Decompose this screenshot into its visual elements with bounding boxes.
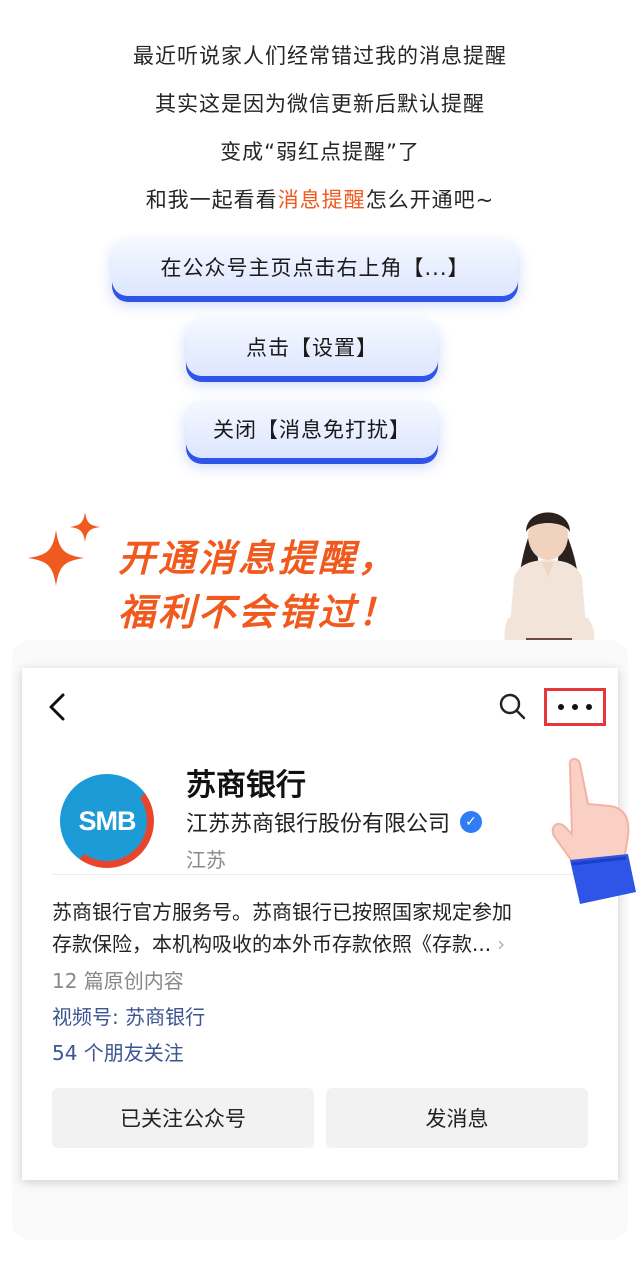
description-line-1: 苏商银行官方服务号。苏商银行已按照国家规定参加: [52, 900, 512, 924]
intro-line-1: 最近听说家人们经常错过我的消息提醒: [133, 44, 507, 68]
pointing-hand-icon: [551, 758, 636, 904]
step-pill-1: 在公众号主页点击右上角【...】: [112, 238, 518, 296]
send-message-button[interactable]: 发消息: [326, 1088, 588, 1148]
intro-line-4: 和我一起看看消息提醒怎么开通吧~: [0, 184, 640, 214]
intro-line-3: 变成“弱红点提醒”了: [220, 140, 420, 164]
account-description[interactable]: 苏商银行官方服务号。苏商银行已按照国家规定参加 存款保险，本机构吸收的本外币存款…: [52, 896, 592, 960]
slogan-line-2: 福利不会错过！: [118, 591, 398, 634]
verified-icon: ✓: [460, 811, 483, 833]
official-account-profile-card: SMB 苏商银行 江苏苏商银行股份有限公司 ✓ 江苏 苏商银行官方服务号。苏商银…: [22, 668, 618, 1180]
step-pill-3: 关闭【消息免打扰】: [186, 400, 438, 458]
followed-button[interactable]: 已关注公众号: [52, 1088, 314, 1148]
search-icon[interactable]: [498, 692, 526, 720]
logo-text: SMB: [67, 781, 147, 861]
divider: [52, 874, 588, 875]
chevron-right-icon: ›: [497, 932, 506, 956]
account-name: 苏商银行: [186, 768, 306, 803]
video-channel-link[interactable]: 视频号: 苏商银行: [52, 1001, 205, 1030]
intro-highlight: 消息提醒: [277, 188, 366, 212]
sparkle-small-icon: [70, 512, 100, 542]
step-pill-2: 点击【设置】: [186, 318, 438, 376]
description-line-2: 存款保险，本机构吸收的本外币存款依照《存款... ›: [52, 928, 592, 960]
more-dots-icon[interactable]: [544, 688, 606, 726]
original-content-count[interactable]: 12 篇原创内容: [52, 965, 184, 994]
intro-line-2: 其实这是因为微信更新后默认提醒: [155, 92, 485, 116]
description-line-2-text: 存款保险，本机构吸收的本外币存款依照《存款...: [52, 932, 492, 956]
slogan-line-1: 开通消息提醒，: [118, 537, 398, 580]
account-logo: SMB: [60, 774, 154, 868]
account-company: 江苏苏商银行股份有限公司 ✓: [186, 806, 483, 838]
intro-line-4-post: 怎么开通吧~: [365, 188, 495, 212]
intro-line-4-pre: 和我一起看看: [145, 188, 278, 212]
company-name: 江苏苏商银行股份有限公司: [186, 812, 451, 837]
back-arrow-icon[interactable]: [46, 692, 70, 722]
friends-following-link[interactable]: 54 个朋友关注: [52, 1037, 184, 1066]
account-region: 江苏: [186, 848, 226, 872]
